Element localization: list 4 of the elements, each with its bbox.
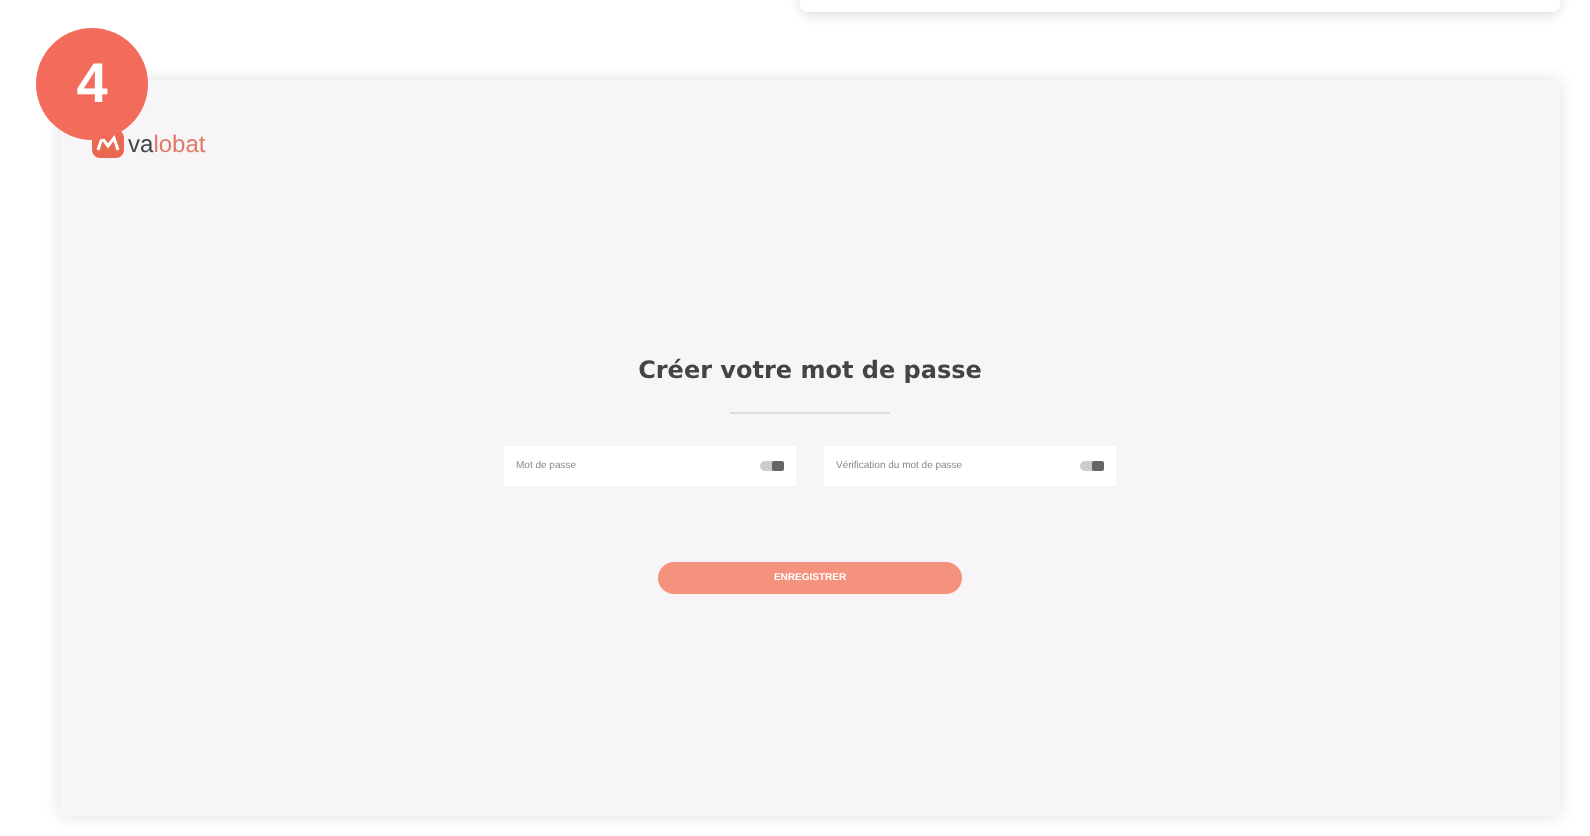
form-title: Créer votre mot de passe	[638, 356, 982, 384]
step-badge: 4	[36, 28, 148, 140]
toggle-icon[interactable]	[1080, 460, 1104, 472]
toggle-icon[interactable]	[760, 460, 784, 472]
